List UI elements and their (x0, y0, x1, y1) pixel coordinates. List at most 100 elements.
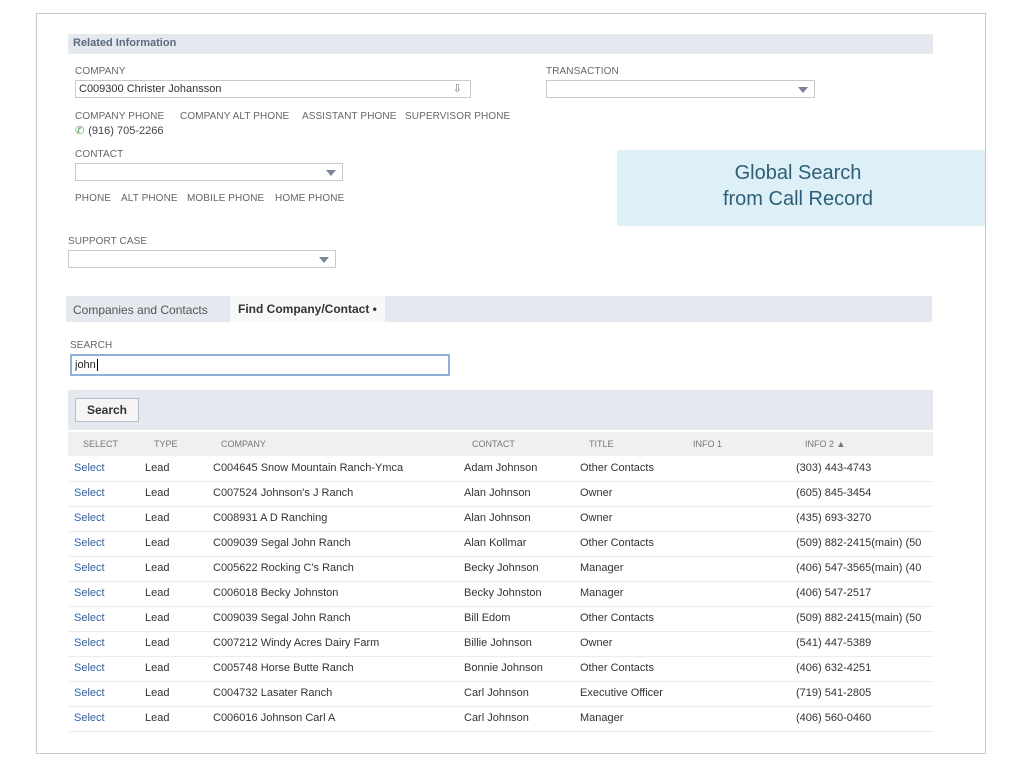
row-info-2: (435) 693-3270 (796, 512, 872, 524)
contact-alt-phone-label: ALT PHONE (121, 193, 178, 204)
contact-home-phone-label: HOME PHONE (275, 193, 345, 204)
row-title: Manager (580, 562, 624, 574)
company-label: COMPANY (75, 66, 126, 77)
table-row: Select Lead C007524 Johnson's J Ranch Alan … (68, 481, 933, 507)
transaction-select[interactable] (546, 80, 815, 98)
row-type: Lead (145, 687, 170, 699)
row-company: C007524 Johnson's J Ranch (213, 487, 354, 499)
tab-find-company-contact[interactable]: Find Company/Contact • (230, 296, 385, 322)
row-info-2: (509) 882-2415(main) (50 (796, 612, 922, 624)
tab-companies-and-contacts[interactable]: Companies and Contacts (73, 303, 208, 317)
row-type: Lead (145, 487, 170, 499)
row-contact: Becky Johnston (464, 587, 542, 599)
search-button-bar: Search (68, 390, 933, 430)
callout-line-1: Global Search (734, 162, 862, 184)
row-contact: Carl Johnson (464, 712, 529, 724)
select-link[interactable]: Select (74, 687, 105, 699)
results-table-header: SELECT TYPE COMPANY CONTACT TITLE INFO 1… (68, 432, 933, 456)
company-alt-phone-label: COMPANY ALT PHONE (180, 111, 290, 122)
company-phone[interactable]: ✆ (916) 705-2266 (75, 124, 163, 137)
row-company: C009039 Segal John Ranch (213, 612, 351, 624)
row-title: Other Contacts (580, 537, 654, 549)
column-header-title[interactable]: TITLE (589, 439, 614, 449)
row-contact: Becky Johnson (464, 562, 539, 574)
row-title: Owner (580, 637, 613, 649)
table-row: Select Lead C005622 Rocking C's Ranch Becky… (68, 556, 933, 582)
row-info-2: (406) 547-3565(main) (40 (796, 562, 922, 574)
search-button[interactable]: Search (75, 398, 139, 422)
row-type: Lead (145, 637, 170, 649)
select-link[interactable]: Select (74, 637, 105, 649)
table-row: Select Lead C006018 Becky Johnston Becky Jo… (68, 581, 933, 607)
row-title: Other Contacts (580, 662, 654, 674)
row-contact: Carl Johnson (464, 687, 529, 699)
select-link[interactable]: Select (74, 712, 105, 724)
row-company: C005748 Horse Butte Ranch (213, 662, 354, 674)
double-chevron-icon[interactable]: ⇩ (453, 82, 462, 95)
row-contact: Billie Johnson (464, 637, 532, 649)
row-type: Lead (145, 712, 170, 724)
search-input[interactable]: john (70, 354, 450, 376)
table-row: Select Lead C005748 Horse Butte Ranch Bonni… (68, 656, 933, 682)
table-row: Select Lead C009039 Segal John Ranch Alan K… (68, 531, 933, 557)
row-info-2: (509) 882-2415(main) (50 (796, 537, 922, 549)
row-title: Owner (580, 487, 613, 499)
table-row: Select Lead C006016 Johnson Carl A Carl Joh… (68, 706, 933, 732)
select-link[interactable]: Select (74, 462, 105, 474)
supervisor-phone-label: SUPERVISOR PHONE (405, 111, 511, 122)
dropdown-caret-icon (798, 87, 808, 93)
table-row: Select Lead C009039 Segal John Ranch Bill E… (68, 606, 933, 632)
row-title: Executive Officer (580, 687, 663, 699)
row-company: C008931 A D Ranching (213, 512, 328, 524)
row-company: C005622 Rocking C's Ranch (213, 562, 354, 574)
table-row: Select Lead C004645 Snow Mountain Ranch-Ym… (68, 456, 933, 482)
dropdown-caret-icon (319, 257, 329, 263)
support-case-label: SUPPORT CASE (68, 236, 148, 247)
select-link[interactable]: Select (74, 487, 105, 499)
subtab-bar: Companies and Contacts Find Company/Cont… (66, 296, 932, 322)
company-value: C009300 Christer Johansson (79, 83, 222, 95)
row-title: Manager (580, 712, 624, 724)
support-case-select[interactable] (68, 250, 336, 268)
contact-select[interactable] (75, 163, 343, 181)
select-link[interactable]: Select (74, 662, 105, 674)
contact-label: CONTACT (75, 149, 124, 160)
column-header-contact[interactable]: CONTACT (472, 439, 515, 449)
row-company: C007212 Windy Acres Dairy Farm (213, 637, 380, 649)
company-phone-value[interactable]: (916) 705-2266 (88, 125, 163, 137)
select-link[interactable]: Select (74, 512, 105, 524)
column-header-info-2[interactable]: INFO 2 ▲ (805, 439, 845, 449)
select-link[interactable]: Select (74, 537, 105, 549)
column-header-select[interactable]: SELECT (83, 439, 118, 449)
row-company: C006016 Johnson Carl A (213, 712, 336, 724)
column-header-company[interactable]: COMPANY (221, 439, 266, 449)
row-type: Lead (145, 512, 170, 524)
row-title: Owner (580, 512, 613, 524)
row-info-2: (541) 447-5389 (796, 637, 872, 649)
phone-icon: ✆ (75, 125, 85, 137)
row-contact: Alan Kollmar (464, 537, 527, 549)
row-info-2: (303) 443-4743 (796, 462, 872, 474)
row-type: Lead (145, 562, 170, 574)
select-link[interactable]: Select (74, 612, 105, 624)
row-contact: Adam Johnson (464, 462, 538, 474)
related-information-header: Related Information (68, 34, 933, 54)
assistant-phone-label: ASSISTANT PHONE (302, 111, 397, 122)
dropdown-caret-icon (326, 170, 336, 176)
table-row: Select Lead C004732 Lasater Ranch Carl John… (68, 681, 933, 707)
row-type: Lead (145, 462, 170, 474)
transaction-label: TRANSACTION (546, 66, 619, 77)
search-value: john (75, 359, 98, 372)
callout-line-2: from Call Record (722, 188, 874, 210)
select-link[interactable]: Select (74, 562, 105, 574)
search-label: SEARCH (70, 340, 113, 351)
column-header-info-1[interactable]: INFO 1 (693, 439, 722, 449)
row-company: C004645 Snow Mountain Ranch-Ymca (213, 462, 404, 474)
select-link[interactable]: Select (74, 587, 105, 599)
row-info-2: (605) 845-3454 (796, 487, 872, 499)
company-field[interactable]: C009300 Christer Johansson ⇩ (75, 80, 471, 98)
column-header-type[interactable]: TYPE (154, 439, 178, 449)
contact-mobile-phone-label: MOBILE PHONE (187, 193, 265, 204)
table-row: Select Lead C008931 A D Ranching Alan Johns… (68, 506, 933, 532)
row-info-2: (406) 560-0460 (796, 712, 872, 724)
